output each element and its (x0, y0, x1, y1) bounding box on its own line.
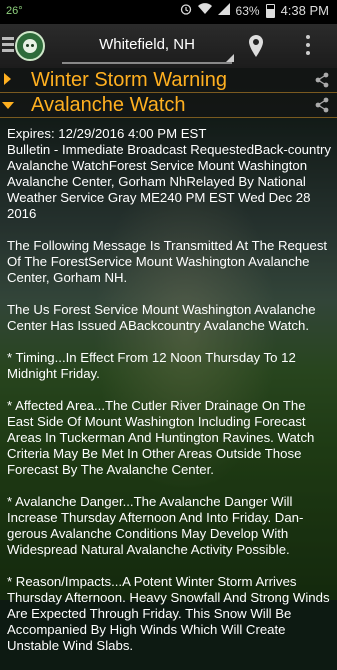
location-pin-icon[interactable] (248, 34, 264, 58)
chevron-down-icon (2, 102, 14, 109)
alert-paragraph: * Avalanche Danger...The Avalanche Dange… (7, 494, 304, 557)
location-label: Whitefield, NH (99, 36, 195, 53)
app-logo[interactable] (15, 31, 45, 61)
alert-details: Expires: 12/29/2016 4:00 PM EST Bulletin… (7, 126, 332, 670)
battery-percent: 63% (235, 3, 260, 18)
dropdown-arrow-icon (226, 54, 234, 62)
menu-icon[interactable] (2, 37, 14, 55)
alert-row-avalanche-watch[interactable]: Avalanche Watch (0, 93, 337, 118)
chevron-right-icon (4, 73, 11, 85)
location-selector[interactable]: Whitefield, NH (62, 30, 234, 64)
alert-title: Avalanche Watch (31, 94, 186, 116)
overflow-menu-icon[interactable] (305, 35, 311, 57)
share-icon[interactable] (315, 97, 329, 113)
battery-icon (265, 3, 275, 18)
signal-icon (217, 3, 230, 18)
alert-paragraph: The Us Forest Service Mount Washington A… (7, 302, 316, 333)
alert-paragraph: * Timing...In Effect From 12 Noon Thursd… (7, 350, 296, 381)
alert-paragraph: Expires: 12/29/2016 4:00 PM EST Bulletin… (7, 126, 331, 221)
status-bar: 26° 63% 4:38 PM (0, 0, 337, 24)
wifi-icon (197, 3, 212, 18)
app-bar: Whitefield, NH (0, 24, 337, 68)
status-temperature: 26° (6, 5, 23, 17)
alert-paragraph: * Affected Area...The Cutler River Drain… (7, 398, 315, 477)
alarm-icon (180, 3, 192, 18)
alert-row-winter-storm-warning[interactable]: Winter Storm Warning (0, 68, 337, 93)
alert-paragraph: The Following Message Is Transmitted At … (7, 238, 328, 285)
alert-title: Winter Storm Warning (31, 69, 227, 91)
share-icon[interactable] (315, 72, 329, 88)
status-icons: 63% 4:38 PM (180, 3, 329, 18)
status-time: 4:38 PM (280, 3, 329, 18)
alert-paragraph: * Reason/Impacts...A Potent Winter Storm… (7, 574, 330, 653)
